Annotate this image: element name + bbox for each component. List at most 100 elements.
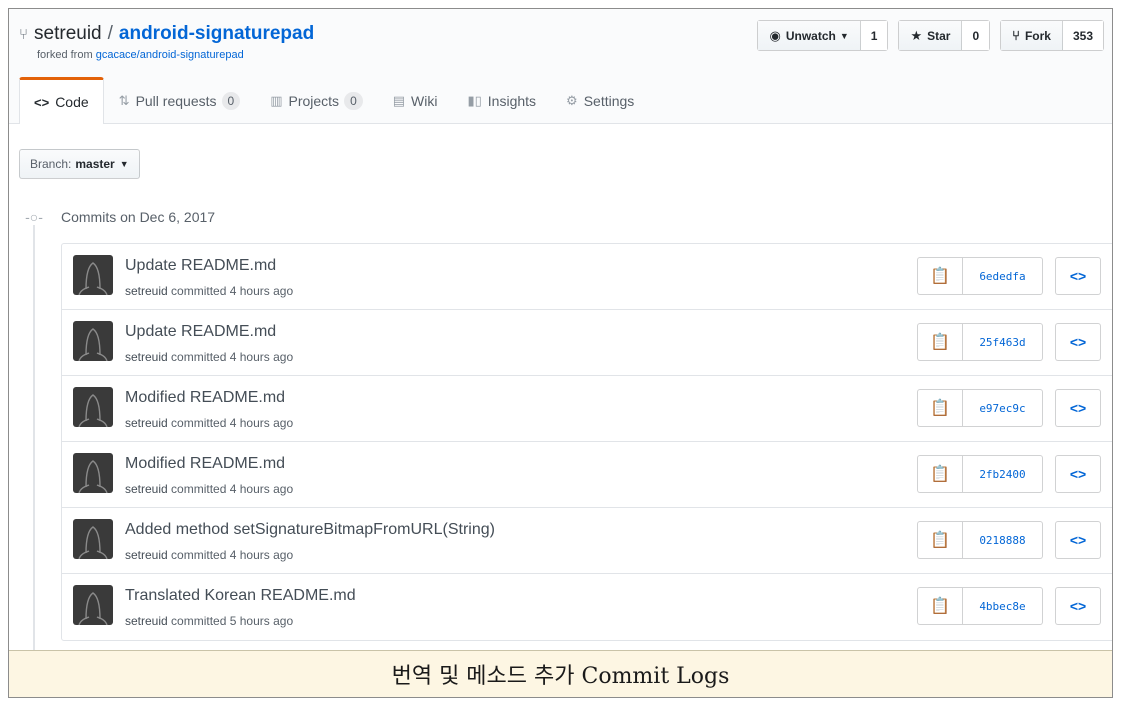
commit-list: Update README.md setreuid committed 4 ho… — [61, 243, 1112, 641]
browse-repo-button[interactable]: <> — [1055, 323, 1101, 361]
sha-button-group: 📋 0218888 — [917, 521, 1043, 559]
commit-sha-link[interactable]: e97ec9c — [963, 390, 1042, 426]
tab-wiki[interactable]: ▤ Wiki — [378, 77, 453, 124]
commit-meta: setreuid committed 5 hours ago — [125, 614, 293, 628]
browse-repo-button[interactable]: <> — [1055, 587, 1101, 625]
commit-action: committed — [171, 416, 227, 430]
fork-button[interactable]: ⑂ Fork — [1001, 21, 1063, 50]
avatar[interactable] — [73, 519, 113, 559]
commit-message-link[interactable]: Added method setSignatureBitmapFromURL(S… — [125, 521, 495, 539]
timeline-line — [33, 214, 35, 654]
git-commit-icon: -○- — [21, 209, 47, 225]
commit-row: Modified README.md setreuid committed 4 … — [62, 376, 1112, 442]
forked-from-link[interactable]: gcacace/android-signaturepad — [96, 49, 244, 61]
commit-message-link[interactable]: Update README.md — [125, 257, 276, 275]
tab-code[interactable]: <> Code — [19, 77, 104, 124]
commit-time: 4 hours ago — [229, 548, 294, 562]
sha-button-group: 📋 25f463d — [917, 323, 1043, 361]
repo-title: ⑂ setreuid / android-signaturepad — [19, 23, 314, 46]
caret-down-icon: ▼ — [119, 159, 129, 169]
clippy-icon: 📋 — [930, 598, 950, 615]
unwatch-button[interactable]: ◉ Unwatch ▼ — [758, 21, 861, 50]
copy-sha-button[interactable]: 📋 — [918, 588, 963, 624]
copy-sha-button[interactable]: 📋 — [918, 522, 963, 558]
commit-sha-link[interactable]: 4bbec8e — [963, 588, 1042, 624]
projects-counter: 0 — [344, 92, 363, 110]
commit-author-link[interactable]: setreuid — [125, 284, 168, 298]
star-icon: ★ — [910, 27, 923, 43]
commit-meta: setreuid committed 4 hours ago — [125, 284, 293, 298]
code-icon: <> — [1069, 466, 1087, 482]
code-icon: <> — [1069, 532, 1087, 548]
code-icon: <> — [1069, 598, 1087, 614]
graph-icon: ▮▯ — [467, 93, 482, 108]
figure-caption: 번역 및 메소드 추가 Commit Logs — [9, 650, 1112, 697]
code-icon: <> — [1069, 400, 1087, 416]
clippy-icon: 📋 — [930, 466, 950, 483]
branch-label: Branch: — [30, 157, 72, 171]
commit-author-link[interactable]: setreuid — [125, 482, 168, 496]
avatar[interactable] — [73, 585, 113, 625]
copy-sha-button[interactable]: 📋 — [918, 258, 963, 294]
github-window: ⑂ setreuid / android-signaturepad forked fr… — [8, 8, 1113, 698]
branch-select-button[interactable]: Branch: master ▼ — [19, 149, 140, 179]
tab-settings[interactable]: ⚙ Settings — [551, 77, 649, 124]
repo-forked-icon: ⑂ — [19, 26, 29, 43]
tab-code-label: Code — [55, 94, 89, 110]
watchers-count[interactable]: 1 — [860, 21, 888, 50]
commit-group-title: -○- Commits on Dec 6, 2017 — [21, 209, 215, 225]
browse-repo-button[interactable]: <> — [1055, 521, 1101, 559]
browse-repo-button[interactable]: <> — [1055, 455, 1101, 493]
tab-insights[interactable]: ▮▯ Insights — [452, 77, 551, 124]
commit-meta: setreuid committed 4 hours ago — [125, 548, 293, 562]
avatar[interactable] — [73, 321, 113, 361]
copy-sha-button[interactable]: 📋 — [918, 324, 963, 360]
stargazers-count[interactable]: 0 — [962, 21, 990, 50]
commit-sha-link[interactable]: 0218888 — [963, 522, 1042, 558]
tab-pull-requests[interactable]: ⇅ Pull requests 0 — [104, 77, 256, 124]
commit-time: 4 hours ago — [229, 416, 294, 430]
project-icon: ▥ — [270, 93, 283, 108]
commit-message-link[interactable]: Modified README.md — [125, 389, 285, 407]
commit-group-date: Commits on Dec 6, 2017 — [61, 209, 216, 225]
clippy-icon: 📋 — [930, 268, 950, 285]
star-button[interactable]: ★ Star — [899, 21, 963, 50]
pull-requests-counter: 0 — [221, 92, 241, 110]
commit-sha-link[interactable]: 6ededfa — [963, 258, 1042, 294]
repo-actions: ◉ Unwatch ▼ 1 ★ Star 0 ⑂ Fork 353 — [757, 20, 1104, 51]
copy-sha-button[interactable]: 📋 — [918, 390, 963, 426]
tab-projects[interactable]: ▥ Projects 0 — [255, 77, 378, 124]
fork-label: Fork — [1024, 28, 1051, 43]
commit-message-link[interactable]: Translated Korean README.md — [125, 587, 356, 605]
commit-author-link[interactable]: setreuid — [125, 350, 168, 364]
fork-button-group: ⑂ Fork 353 — [1000, 20, 1104, 51]
browse-repo-button[interactable]: <> — [1055, 257, 1101, 295]
avatar[interactable] — [73, 387, 113, 427]
forked-from-label: forked from — [37, 49, 93, 61]
repo-name-link[interactable]: android-signaturepad — [119, 23, 314, 44]
commit-row: Translated Korean README.md setreuid com… — [62, 574, 1112, 640]
avatar[interactable] — [73, 255, 113, 295]
unwatch-label: Unwatch — [785, 28, 836, 43]
commit-message-link[interactable]: Modified README.md — [125, 455, 285, 473]
copy-sha-button[interactable]: 📋 — [918, 456, 963, 492]
browse-repo-button[interactable]: <> — [1055, 389, 1101, 427]
forks-count[interactable]: 353 — [1062, 21, 1103, 50]
commit-author-link[interactable]: setreuid — [125, 614, 168, 628]
commit-message-link[interactable]: Update README.md — [125, 323, 276, 341]
code-icon: <> — [1069, 334, 1087, 350]
pull-request-icon: ⇅ — [118, 93, 130, 108]
tab-wiki-label: Wiki — [411, 93, 438, 109]
star-button-group: ★ Star 0 — [898, 20, 991, 51]
tab-pull-requests-label: Pull requests — [135, 93, 217, 109]
commit-time: 4 hours ago — [229, 284, 294, 298]
commit-author-link[interactable]: setreuid — [125, 416, 168, 430]
repo-owner-link[interactable]: setreuid — [34, 23, 102, 44]
commit-sha-link[interactable]: 2fb2400 — [963, 456, 1042, 492]
branch-value: master — [75, 157, 115, 171]
avatar[interactable] — [73, 453, 113, 493]
sha-button-group: 📋 4bbec8e — [917, 587, 1043, 625]
commit-author-link[interactable]: setreuid — [125, 548, 168, 562]
caret-down-icon: ▼ — [839, 30, 849, 41]
commit-sha-link[interactable]: 25f463d — [963, 324, 1042, 360]
